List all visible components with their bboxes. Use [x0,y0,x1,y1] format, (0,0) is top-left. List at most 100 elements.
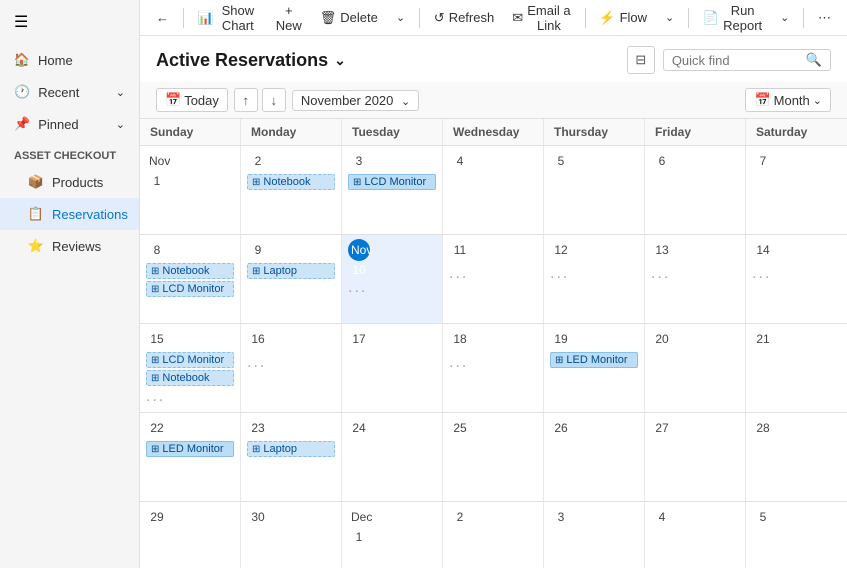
calendar-cell-3-6[interactable]: 28 [746,413,847,501]
sidebar-item-reservations[interactable]: 📋 Reservations [0,198,139,230]
hamburger-icon: ☰ [14,14,28,31]
calendar-cell-3-5[interactable]: 27 [645,413,746,501]
cell-date: Nov 10 [348,239,370,261]
calendar-cell-0-3[interactable]: 4 [443,146,544,234]
more-events-dots: ... [348,279,436,297]
calendar-event[interactable]: ⊞LCD Monitor [146,352,234,368]
calendar-cell-4-1[interactable]: 30 [241,502,342,568]
calendar-cell-2-1[interactable]: 16... [241,324,342,412]
sidebar-item-home[interactable]: 🏠 Home [0,44,139,76]
hamburger-menu[interactable]: ☰ [0,0,139,44]
delete-button[interactable]: 🗑 Delete [312,6,386,30]
calendar-cell-2-3[interactable]: 18... [443,324,544,412]
toolbar-divider-4 [688,8,689,28]
calendar-cell-4-0[interactable]: 29 [140,502,241,568]
calendar-event[interactable]: ⊞Notebook [146,370,234,386]
sidebar: ☰ 🏠 Home 🕐 Recent ⌄ 📌 Pinned ⌄ Asset Che… [0,0,140,568]
view-selector[interactable]: 📅 Month ⌄ [745,88,831,112]
calendar-cell-4-6[interactable]: 5 [746,502,847,568]
calendar-cell-1-2[interactable]: Nov 10... [342,235,443,323]
sidebar-item-reviews[interactable]: ⭐ Reviews [0,230,139,262]
calendar-cell-1-5[interactable]: 13... [645,235,746,323]
day-header-thursday: Thursday [544,119,645,145]
event-label: Laptop [263,443,297,455]
calendar-cell-2-5[interactable]: 20 [645,324,746,412]
calendar-cell-2-4[interactable]: 19⊞LED Monitor [544,324,645,412]
more-events-dots: ... [146,388,234,406]
run-report-dropdown[interactable]: ⌄ [772,7,797,28]
view-label-text: Month [774,93,810,108]
calendar-cell-2-6[interactable]: 21 [746,324,847,412]
toolbar-divider-2 [419,8,420,28]
cell-date: 26 [550,417,572,439]
cal-prev-button[interactable]: ↑ [234,88,258,112]
today-button[interactable]: 📅 Today [156,88,228,112]
calendar-event[interactable]: ⊞Laptop [247,263,335,279]
cal-next-button[interactable]: ↓ [262,88,286,112]
calendar-cell-0-6[interactable]: 7 [746,146,847,234]
cell-date: 27 [651,417,673,439]
event-label: LED Monitor [162,443,223,455]
flow-dropdown[interactable]: ⌄ [657,7,682,28]
calendar-cell-1-1[interactable]: 9⊞Laptop [241,235,342,323]
calendar-cell-4-5[interactable]: 4 [645,502,746,568]
calendar-cell-1-6[interactable]: 14... [746,235,847,323]
calendar-cell-4-4[interactable]: 3 [544,502,645,568]
event-icon: ⊞ [252,177,260,188]
calendar-cell-2-2[interactable]: 17 [342,324,443,412]
pinned-icon: 📌 [14,116,30,132]
title-dropdown-icon[interactable]: ⌄ [334,52,346,69]
calendar-cell-0-4[interactable]: 5 [544,146,645,234]
sidebar-item-pinned[interactable]: 📌 Pinned ⌄ [0,108,139,140]
email-link-button[interactable]: ✉ Email a Link [504,0,578,37]
back-button[interactable]: ← [148,6,177,29]
calendar-cell-3-0[interactable]: 22⊞LED Monitor [140,413,241,501]
calendar-event[interactable]: ⊞LCD Monitor [348,174,436,190]
calendar-cell-3-4[interactable]: 26 [544,413,645,501]
calendar-cell-0-0[interactable]: Nov 1 [140,146,241,234]
sidebar-label-reservations: Reservations [52,207,128,222]
calendar-cell-0-2[interactable]: 3⊞LCD Monitor [342,146,443,234]
calendar-event[interactable]: ⊞LED Monitor [146,441,234,457]
calendar-cell-1-0[interactable]: 8⊞Notebook⊞LCD Monitor [140,235,241,323]
event-label: Notebook [162,372,209,384]
chart-icon: 📊 [198,10,214,26]
calendar-cell-0-1[interactable]: 2⊞Notebook [241,146,342,234]
calendar-cell-0-5[interactable]: 6 [645,146,746,234]
calendar-cell-3-1[interactable]: 23⊞Laptop [241,413,342,501]
more-button[interactable]: ⋯ [810,6,839,30]
calendar-cell-4-2[interactable]: Dec 1 [342,502,443,568]
event-icon: ⊞ [353,177,361,188]
calendar-event[interactable]: ⊞LCD Monitor [146,281,234,297]
calendar-event[interactable]: ⊞Notebook [247,174,335,190]
sidebar-label-pinned: Pinned [38,117,78,132]
run-report-button[interactable]: 📄 Run Report [695,0,770,37]
filter-button[interactable]: ⊟ [627,46,655,74]
flow-button[interactable]: ⚡ Flow [591,6,655,30]
new-button[interactable]: + New [268,0,310,37]
sidebar-item-recent[interactable]: 🕐 Recent ⌄ [0,76,139,108]
calendar-event[interactable]: ⊞LED Monitor [550,352,638,368]
run-report-label: Run Report [723,3,762,33]
refresh-button[interactable]: ↺ Refresh [426,6,502,30]
delete-dropdown[interactable]: ⌄ [388,7,413,28]
calendar-cell-1-3[interactable]: 11... [443,235,544,323]
calendar-event[interactable]: ⊞Notebook [146,263,234,279]
calendar-cell-3-3[interactable]: 25 [443,413,544,501]
more-events-dots: ... [651,265,739,283]
cell-date: 17 [348,328,370,350]
calendar-cell-3-2[interactable]: 24 [342,413,443,501]
email-icon: ✉ [512,10,523,26]
back-icon: ← [156,10,169,25]
quick-find-input[interactable] [672,53,802,68]
show-chart-button[interactable]: 📊 Show Chart [190,0,266,37]
sidebar-item-products[interactable]: 📦 Products [0,166,139,198]
calendar-cell-4-3[interactable]: 2 [443,502,544,568]
today-label: Today [184,93,219,108]
event-icon: ⊞ [555,355,563,366]
calendar-cell-1-4[interactable]: 12... [544,235,645,323]
calendar-event[interactable]: ⊞Laptop [247,441,335,457]
run-report-dropdown-icon: ⌄ [780,11,789,24]
month-selector[interactable]: November 2020 ⌄ [292,90,419,111]
calendar-cell-2-0[interactable]: 15⊞LCD Monitor⊞Notebook... [140,324,241,412]
